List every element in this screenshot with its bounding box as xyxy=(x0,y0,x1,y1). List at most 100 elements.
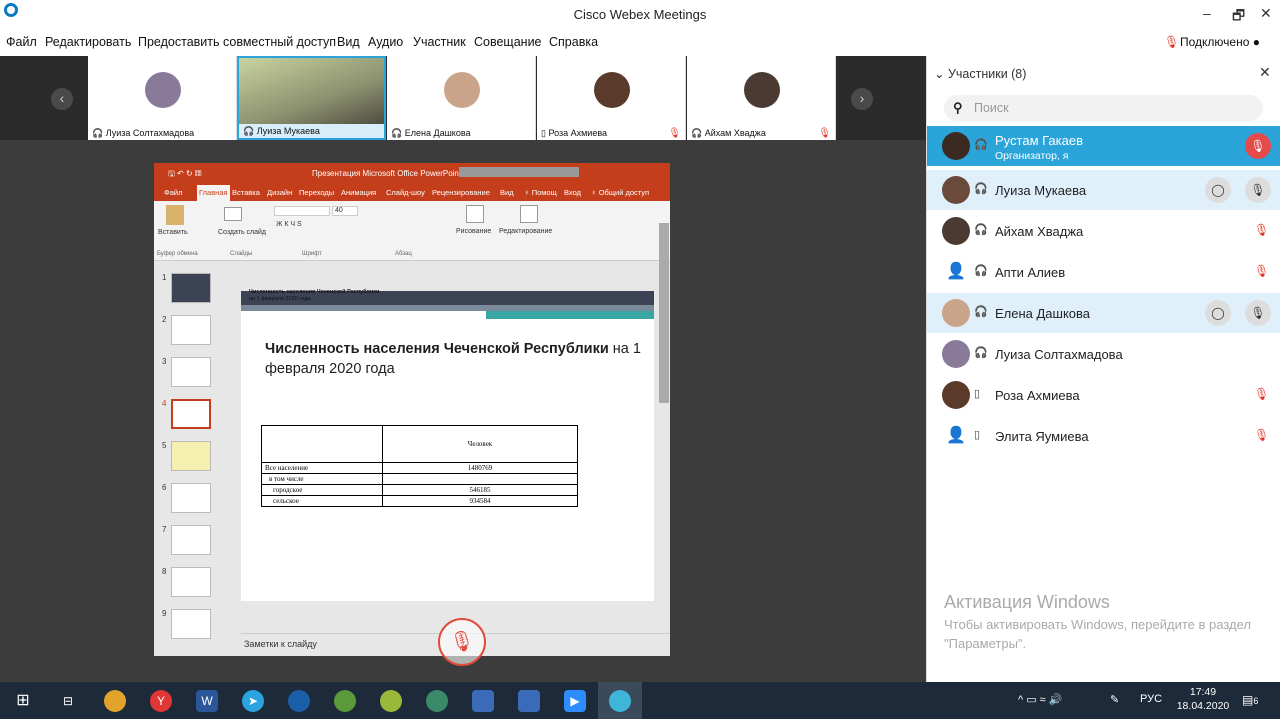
pp-tab[interactable]: Слайд-шоу xyxy=(386,188,425,197)
slide-thumb[interactable] xyxy=(171,315,211,345)
globe-icon[interactable] xyxy=(426,690,448,712)
mute-button[interactable]: 🎙 xyxy=(1245,177,1271,203)
pp-tab[interactable]: Файл xyxy=(164,188,182,197)
strip-next-button[interactable]: › xyxy=(851,88,873,110)
mute-button[interactable]: 🎙 xyxy=(1245,300,1271,326)
participant-row[interactable]: 🎧 Луиза Мукаева ◯ 🎙 xyxy=(927,170,1280,210)
video-tile-active[interactable]: 🎧 Луиза Мукаева xyxy=(237,56,386,140)
menu-share[interactable]: Предоставить совместный доступ xyxy=(138,35,336,49)
minimize-button[interactable]: – xyxy=(1203,5,1211,21)
video-tile[interactable]: ▯ Роза Ахмиева 🎙 xyxy=(537,56,686,140)
app-icon[interactable] xyxy=(380,690,402,712)
headset-icon: 🎧 xyxy=(974,139,988,151)
search-app-icon[interactable] xyxy=(334,690,356,712)
participant-row[interactable]: 🎧 Рустам Гакаев Организатор, я 🎙 xyxy=(927,126,1280,166)
slide-thumb-selected[interactable] xyxy=(171,399,211,429)
language-indicator[interactable]: РУС xyxy=(1140,693,1162,705)
notification-icon[interactable]: ▤6 xyxy=(1242,693,1258,707)
telegram-icon[interactable]: ➤ xyxy=(242,690,264,712)
pp-tab[interactable]: ♀ Помощ xyxy=(524,188,557,197)
slide-scrollbar[interactable] xyxy=(659,223,669,403)
pp-tab[interactable]: Вставка xyxy=(232,188,260,197)
table-cell xyxy=(382,473,578,485)
participant-row[interactable]: 👤 ▯ Элита Яумиева 🎙 xyxy=(927,416,1280,456)
avatar xyxy=(942,217,970,245)
browser-icon[interactable] xyxy=(288,690,310,712)
tile-name: Луиза Мукаева xyxy=(256,126,320,136)
chat-button[interactable]: ◯ xyxy=(1205,300,1231,326)
slide-thumb[interactable] xyxy=(171,567,211,597)
pp-quick-access[interactable]: 🖫 ↶ ↻ ▦ xyxy=(168,168,202,182)
participant-name: Рустам Гакаев xyxy=(995,133,1083,148)
yandex-icon[interactable]: Y xyxy=(150,690,172,712)
headset-icon: 🎧 xyxy=(974,183,988,195)
phone-icon: ▯ xyxy=(541,128,546,138)
chat-button[interactable]: ◯ xyxy=(1205,177,1231,203)
pen-icon[interactable]: ✎ xyxy=(1110,693,1119,706)
video-tile[interactable]: 🎧 Луиза Солтахмадова xyxy=(88,56,237,140)
pp-tab[interactable]: Переходы xyxy=(299,188,334,197)
pp-tab[interactable]: Анимация xyxy=(341,188,376,197)
pp-tab[interactable]: Дизайн xyxy=(267,188,292,197)
editing-button[interactable]: Редактирование xyxy=(499,228,552,235)
video-tile[interactable]: 🎧 Елена Дашкова xyxy=(387,56,536,140)
window-app-icon[interactable] xyxy=(472,690,494,712)
word-icon[interactable]: W xyxy=(196,690,218,712)
mute-toggle-button[interactable]: 🎙 xyxy=(438,618,486,666)
start-icon[interactable]: ⊞ xyxy=(12,690,34,712)
participant-row[interactable]: 👤 🎧 Апти Алиев 🎙 xyxy=(927,252,1280,292)
participant-row[interactable]: 🎧 Елена Дашкова ◯ 🎙 xyxy=(927,293,1280,333)
menu-meeting[interactable]: Совещание xyxy=(474,35,542,49)
zoom-icon[interactable]: ▶ xyxy=(564,690,586,712)
participant-role: Организатор, я xyxy=(995,150,1069,162)
chrome-icon[interactable] xyxy=(104,690,126,712)
date: 18.04.2020 xyxy=(1176,700,1230,712)
slide-thumb[interactable] xyxy=(171,483,211,513)
mute-button[interactable]: 🎙 xyxy=(1245,133,1271,159)
menu-view[interactable]: Вид xyxy=(337,35,360,49)
pp-tab-active[interactable]: Главная xyxy=(197,185,230,201)
drawing-button[interactable]: Рисование xyxy=(456,228,491,235)
strip-prev-button[interactable]: ‹ xyxy=(51,88,73,110)
slide-thumb[interactable] xyxy=(171,525,211,555)
menu-participant[interactable]: Участник xyxy=(413,35,466,49)
system-tray-icons[interactable]: ^ ▭ ≈ 🔊 xyxy=(1018,693,1062,706)
font-name-field[interactable] xyxy=(274,206,330,216)
video-tile[interactable]: 🎧 Айхам Хваджа 🎙 xyxy=(687,56,836,140)
slide-thumb[interactable] xyxy=(171,273,211,303)
menu-file[interactable]: Файл xyxy=(6,35,37,49)
pp-tab[interactable]: Рецензирование xyxy=(432,188,490,197)
close-icon[interactable]: ✕ xyxy=(1259,64,1271,81)
slide-thumb[interactable] xyxy=(171,357,211,387)
participant-video xyxy=(239,58,384,128)
close-button[interactable]: ✕ xyxy=(1260,5,1272,22)
menu-bar: Файл Редактировать Предоставить совместн… xyxy=(0,30,1280,56)
clock[interactable]: 17:49 18.04.2020 xyxy=(1176,685,1230,713)
webex-taskbar-icon[interactable] xyxy=(609,690,631,712)
participants-title[interactable]: ⌄ Участники (8) xyxy=(934,66,1026,81)
paste-button[interactable]: Вставить xyxy=(158,229,188,236)
font-format-icons[interactable]: Ж К Ч S xyxy=(276,221,302,228)
pp-tab[interactable]: ♀ Общий доступ xyxy=(591,188,649,197)
participant-name: Роза Ахмиева xyxy=(995,388,1080,403)
menu-edit[interactable]: Редактировать xyxy=(45,35,131,49)
participant-row[interactable]: 🎧 Айхам Хваджа 🎙 xyxy=(927,211,1280,251)
slide-accent-band xyxy=(486,311,654,319)
pp-tab[interactable]: Вид xyxy=(500,188,514,197)
font-size-field[interactable]: 40 xyxy=(332,206,358,216)
pp-tab[interactable]: Вход xyxy=(564,188,581,197)
participant-row[interactable]: 🎧 Луиза Солтахмадова xyxy=(927,334,1280,374)
restore-button[interactable]: 🗗 xyxy=(1232,5,1245,29)
window-app-icon[interactable] xyxy=(518,690,540,712)
slide-thumb[interactable] xyxy=(171,441,211,471)
notification-count: 6 xyxy=(1253,696,1259,706)
slide-thumb[interactable] xyxy=(171,609,211,639)
person-icon: 👤 xyxy=(942,258,970,286)
participant-row[interactable]: ▯ Роза Ахмиева 🎙 xyxy=(927,375,1280,415)
menu-help[interactable]: Справка xyxy=(549,35,598,49)
menu-audio[interactable]: Аудио xyxy=(368,35,403,49)
person-icon: 👤 xyxy=(942,422,970,450)
new-slide-button[interactable]: Создать слайд xyxy=(218,229,266,236)
window-title: Cisco Webex Meetings xyxy=(573,7,707,22)
task-view-icon[interactable]: ⊟ xyxy=(57,690,79,712)
